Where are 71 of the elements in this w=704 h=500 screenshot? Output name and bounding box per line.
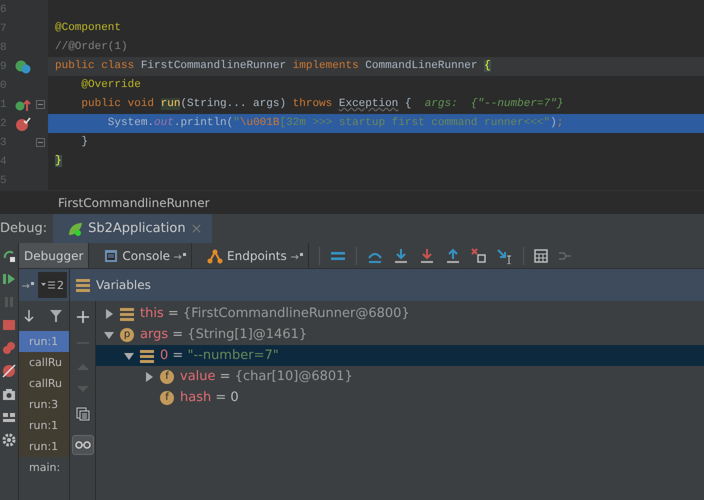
variable-entry: hash = 0 <box>180 390 239 405</box>
pin-icon[interactable] <box>22 281 34 289</box>
field-list-icon <box>120 306 134 320</box>
stack-frame[interactable]: run:3 <box>19 394 69 415</box>
variable-type-icon: f <box>160 370 174 384</box>
expand-arrow-icon[interactable] <box>104 308 114 318</box>
endpoints-icon <box>207 248 224 264</box>
code-line: public void run(String... args) throws Exception { args: {"--number=7"} <box>80 97 564 112</box>
fold-icon[interactable] <box>36 138 45 147</box>
run-to-cursor-icon[interactable] <box>496 248 513 264</box>
leaf-icon <box>67 220 84 236</box>
code-line: //@Order(1) <box>54 40 129 55</box>
breakpoints-icon[interactable] <box>2 341 16 355</box>
variable-type-icon: f <box>160 390 174 404</box>
layout-icon[interactable] <box>2 410 16 424</box>
down-arrow-icon[interactable] <box>23 309 35 323</box>
drop-frame-icon[interactable] <box>470 248 487 264</box>
calculator-icon[interactable] <box>534 248 548 262</box>
copy-icon[interactable] <box>76 407 90 421</box>
session-tab[interactable]: Sb2Application × <box>53 214 212 243</box>
variable-type-icon: p <box>120 328 134 342</box>
code-line: @Component <box>54 21 122 36</box>
breakpoint-icon[interactable] <box>15 116 31 130</box>
tree-row[interactable]: f value = {char[10]@6801} <box>96 366 704 387</box>
settings-icon[interactable] <box>2 433 16 447</box>
expand-arrow-icon[interactable] <box>144 372 154 382</box>
panel-title: Variables <box>96 278 151 292</box>
tree-row[interactable]: p args = {String[1]@1461} <box>96 324 704 345</box>
step-into-icon[interactable] <box>392 248 409 264</box>
stack-frame[interactable]: run:1 <box>19 436 69 457</box>
caret-icon <box>41 281 55 289</box>
camera-icon[interactable] <box>2 387 16 401</box>
watches-toggle[interactable] <box>72 435 94 455</box>
tool-tab[interactable]: Debugger <box>19 243 90 268</box>
add-icon[interactable] <box>76 311 88 323</box>
tool-tab[interactable]: Endpoints <box>202 243 309 268</box>
stop-icon[interactable] <box>2 318 16 332</box>
force-step-into-icon[interactable] <box>418 248 435 264</box>
pin-icon <box>290 252 303 260</box>
field-list-icon <box>140 348 154 362</box>
expand-arrow-icon[interactable] <box>124 350 134 360</box>
variable-entry: 0 = "--number=7" <box>160 348 279 363</box>
stack-frame[interactable]: callRu <box>19 352 69 373</box>
filter-icon[interactable] <box>49 309 63 323</box>
step-out-icon[interactable] <box>444 248 461 264</box>
expand-arrow-icon[interactable] <box>104 330 114 340</box>
pin-icon <box>174 252 186 260</box>
tree-row[interactable]: 0 = "--number=7" <box>96 345 704 366</box>
code-line: } <box>80 135 90 150</box>
code-line: @Override <box>80 78 142 93</box>
resume-icon[interactable] <box>2 272 16 286</box>
fold-icon[interactable] <box>36 100 45 109</box>
stack-frame[interactable]: callRu <box>19 373 69 394</box>
stack-frame[interactable]: main: <box>19 457 69 478</box>
breadcrumb[interactable]: FirstCommandlineRunner <box>58 196 210 210</box>
override-icon[interactable] <box>15 98 31 112</box>
stack-frame[interactable]: run:1 <box>19 415 69 436</box>
mute-breakpoints-icon[interactable] <box>2 364 16 378</box>
tool-tab[interactable]: Console <box>99 243 192 268</box>
console-icon <box>104 248 118 262</box>
tree-row[interactable]: this = {FirstCommandlineRunner@6800} <box>96 303 704 324</box>
threads-dropdown[interactable]: 2 <box>38 272 67 298</box>
variable-entry: value = {char[10]@6801} <box>180 369 353 384</box>
tree-row[interactable]: f hash = 0 <box>96 387 704 408</box>
glasses-icon <box>74 440 90 450</box>
class-icon[interactable] <box>15 60 31 74</box>
rerun-icon[interactable] <box>2 249 16 263</box>
variable-entry: this = {FirstCommandlineRunner@6800} <box>140 306 410 321</box>
variable-entry: args = {String[1]@1461} <box>140 327 308 342</box>
variables-icon <box>76 278 90 292</box>
debug-label: Debug: <box>0 221 48 236</box>
